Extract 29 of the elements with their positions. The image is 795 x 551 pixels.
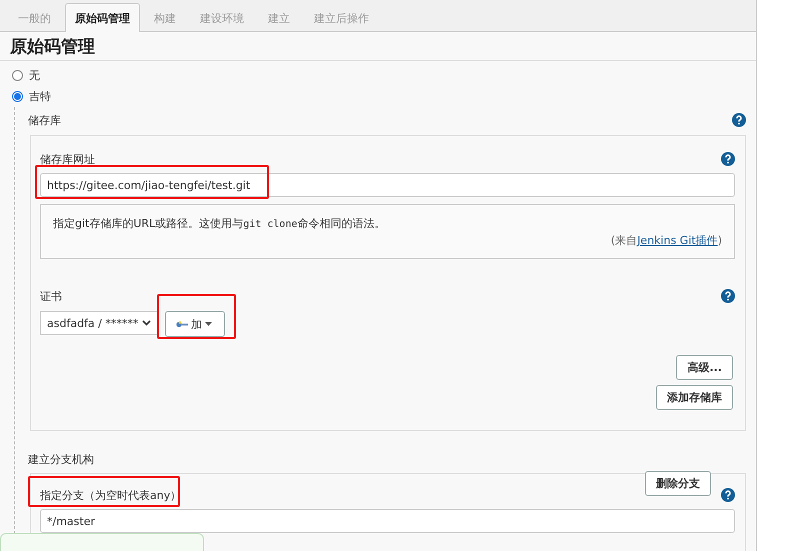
url-input-field[interactable]: https://gitee.com/jiao-tengfei/test.git (40, 173, 735, 197)
tab[interactable]: 原始码管理 (65, 3, 140, 32)
source-note: ) (718, 234, 722, 247)
help-icon[interactable] (721, 488, 735, 502)
radio-button[interactable] (12, 91, 23, 102)
radio-button[interactable] (12, 70, 23, 81)
branch-input-field[interactable]: */master (40, 509, 735, 533)
advanced-button[interactable]: 高级... (676, 355, 733, 380)
field-label: 指定分支（为空时代表any） (40, 488, 182, 502)
source-note: (来自 (610, 234, 638, 247)
section-label: 建立分支机构 (28, 452, 94, 466)
help-icon[interactable] (721, 289, 735, 303)
section-label: 储存库 (28, 112, 61, 128)
credentials-dropdown[interactable]: asdfadfa / ****** (40, 311, 158, 335)
radio-label: 吉特 (29, 89, 51, 104)
plugin-link[interactable]: Jenkins Git插件 (637, 234, 718, 247)
radio-label: 无 (29, 68, 40, 83)
help-icon[interactable] (732, 113, 746, 127)
delete-branch-button[interactable]: 删除分支 (645, 471, 711, 496)
section-heading: 原始码管理 (0, 32, 756, 61)
add-credentials-button[interactable]: 加 (165, 311, 225, 337)
key-icon (176, 320, 188, 328)
help-icon[interactable] (721, 152, 735, 166)
caret-icon (205, 322, 212, 326)
field-label: 证书 (40, 288, 62, 304)
chevron-icon (142, 320, 151, 326)
help-text: 指定git存储库的URL或路径。这使用与git clone命令相同的语法。 (53, 216, 386, 231)
field-label: 储存库网址 (40, 152, 95, 166)
add-repository-button[interactable]: 添加存储库 (656, 385, 733, 410)
